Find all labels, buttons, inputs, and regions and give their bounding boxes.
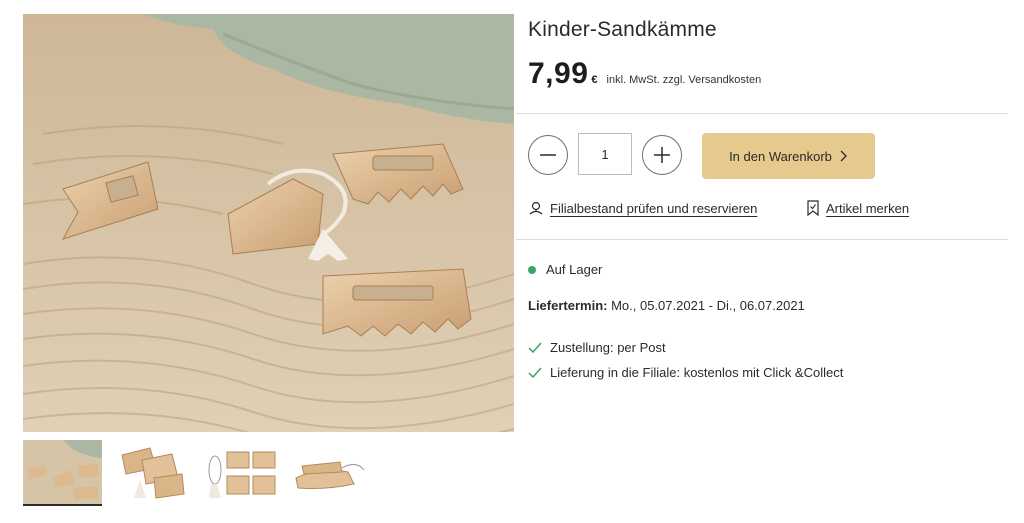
bookmark-icon [807, 200, 819, 216]
shipping-option: Zustellung: per Post [528, 340, 666, 355]
checkmark-icon [528, 342, 542, 353]
shipping-option-label: Lieferung in die Filiale: kostenlos mit … [550, 365, 844, 380]
product-title: Kinder-Sandkämme [528, 18, 717, 41]
shipping-option-label: Zustellung: per Post [550, 340, 666, 355]
stock-indicator-dot [528, 265, 536, 274]
quantity-decrease-button[interactable] [528, 135, 568, 175]
price-currency: € [591, 74, 598, 86]
divider [516, 113, 1008, 114]
store-availability-link[interactable]: Filialbestand prüfen und reservieren [528, 200, 757, 216]
store-availability-label: Filialbestand prüfen und reservieren [550, 200, 758, 216]
thumbnail-strip [23, 440, 369, 512]
price-value: 7,99 [528, 57, 589, 90]
stock-status-label: Auf Lager [546, 262, 603, 277]
price-row: 7,99 € inkl. MwSt. zzgl. Versandkosten [528, 57, 761, 91]
save-item-label: Artikel merken [826, 200, 910, 216]
save-item-link[interactable]: Artikel merken [806, 200, 909, 216]
location-pin-icon [529, 201, 543, 215]
thumbnail-3[interactable] [201, 440, 280, 506]
thumbnail-2[interactable] [112, 440, 191, 506]
plus-icon [654, 147, 670, 163]
divider [516, 239, 1008, 240]
checkmark-icon [528, 367, 542, 378]
chevron-right-icon [840, 150, 847, 162]
minus-icon [540, 154, 556, 156]
quantity-increase-button[interactable] [642, 135, 682, 175]
shipping-option: Lieferung in die Filiale: kostenlos mit … [528, 365, 843, 380]
stock-status: Auf Lager [528, 262, 602, 277]
add-to-cart-button[interactable]: In den Warenkorb [702, 133, 875, 179]
thumbnail-4[interactable] [290, 440, 369, 506]
quantity-input[interactable] [578, 133, 632, 175]
delivery-date-label: Liefertermin: [528, 298, 608, 313]
delivery-date-range: Mo., 05.07.2021 - Di., 06.07.2021 [611, 298, 805, 313]
thumbnail-1[interactable] [23, 440, 102, 506]
delivery-date: Liefertermin: Mo., 05.07.2021 - Di., 06.… [528, 298, 805, 313]
product-main-image[interactable] [23, 14, 514, 432]
add-to-cart-label: In den Warenkorb [729, 148, 832, 164]
tax-note: inkl. MwSt. zzgl. Versandkosten [606, 74, 762, 86]
